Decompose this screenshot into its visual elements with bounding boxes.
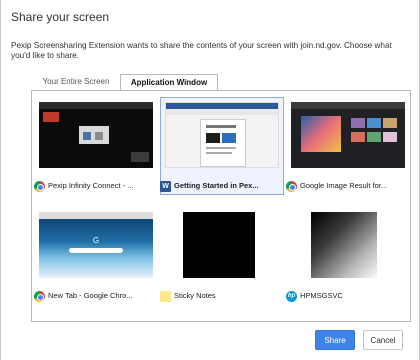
window-thumbnail (165, 102, 279, 168)
window-item-label: Pexip Infinity Connect - ... (34, 179, 158, 193)
window-item-sticky-notes[interactable]: Sticky Notes (160, 207, 284, 317)
sticky-notes-icon (160, 290, 171, 302)
hp-icon: hp (286, 290, 297, 302)
chrome-icon (34, 180, 45, 192)
window-item-google-image[interactable]: Google Image Result for... (286, 97, 410, 207)
window-thumbnail (311, 212, 377, 278)
window-item-pexip[interactable]: Pexip Infinity Connect - ... (34, 97, 158, 207)
dialog-title: Share your screen (11, 10, 110, 24)
chrome-icon (286, 180, 297, 192)
window-list-panel: Pexip Infinity Connect - ... W Getting St… (31, 90, 411, 322)
window-item-label: New Tab - Google Chro... (34, 289, 158, 303)
cancel-button[interactable]: Cancel (363, 330, 403, 350)
window-item-label: Google Image Result for... (286, 179, 410, 193)
window-thumbnail (183, 212, 255, 278)
window-item-label: W Getting Started in Pex... (160, 179, 284, 193)
window-item-label: hp HPMSGSVC (286, 290, 343, 302)
window-item-hpmsgsvc[interactable]: hp HPMSGSVC (286, 207, 410, 317)
word-icon: W (160, 180, 171, 192)
window-thumbnail: G (39, 212, 153, 278)
window-item-label: Sticky Notes (160, 289, 284, 303)
share-screen-dialog: Share your screen Pexip Screensharing Ex… (0, 0, 420, 360)
share-button[interactable]: Share (315, 330, 355, 350)
window-item-getting-started[interactable]: W Getting Started in Pex... (160, 97, 284, 207)
chrome-icon (34, 290, 45, 302)
window-thumbnail (291, 102, 405, 168)
window-item-new-tab[interactable]: G New Tab - Google Chro... (34, 207, 158, 317)
dialog-description: Pexip Screensharing Extension wants to s… (11, 41, 392, 60)
tab-application-window[interactable]: Application Window (120, 74, 218, 91)
tab-entire-screen[interactable]: Your Entire Screen (31, 74, 121, 90)
window-thumbnail (39, 102, 153, 168)
